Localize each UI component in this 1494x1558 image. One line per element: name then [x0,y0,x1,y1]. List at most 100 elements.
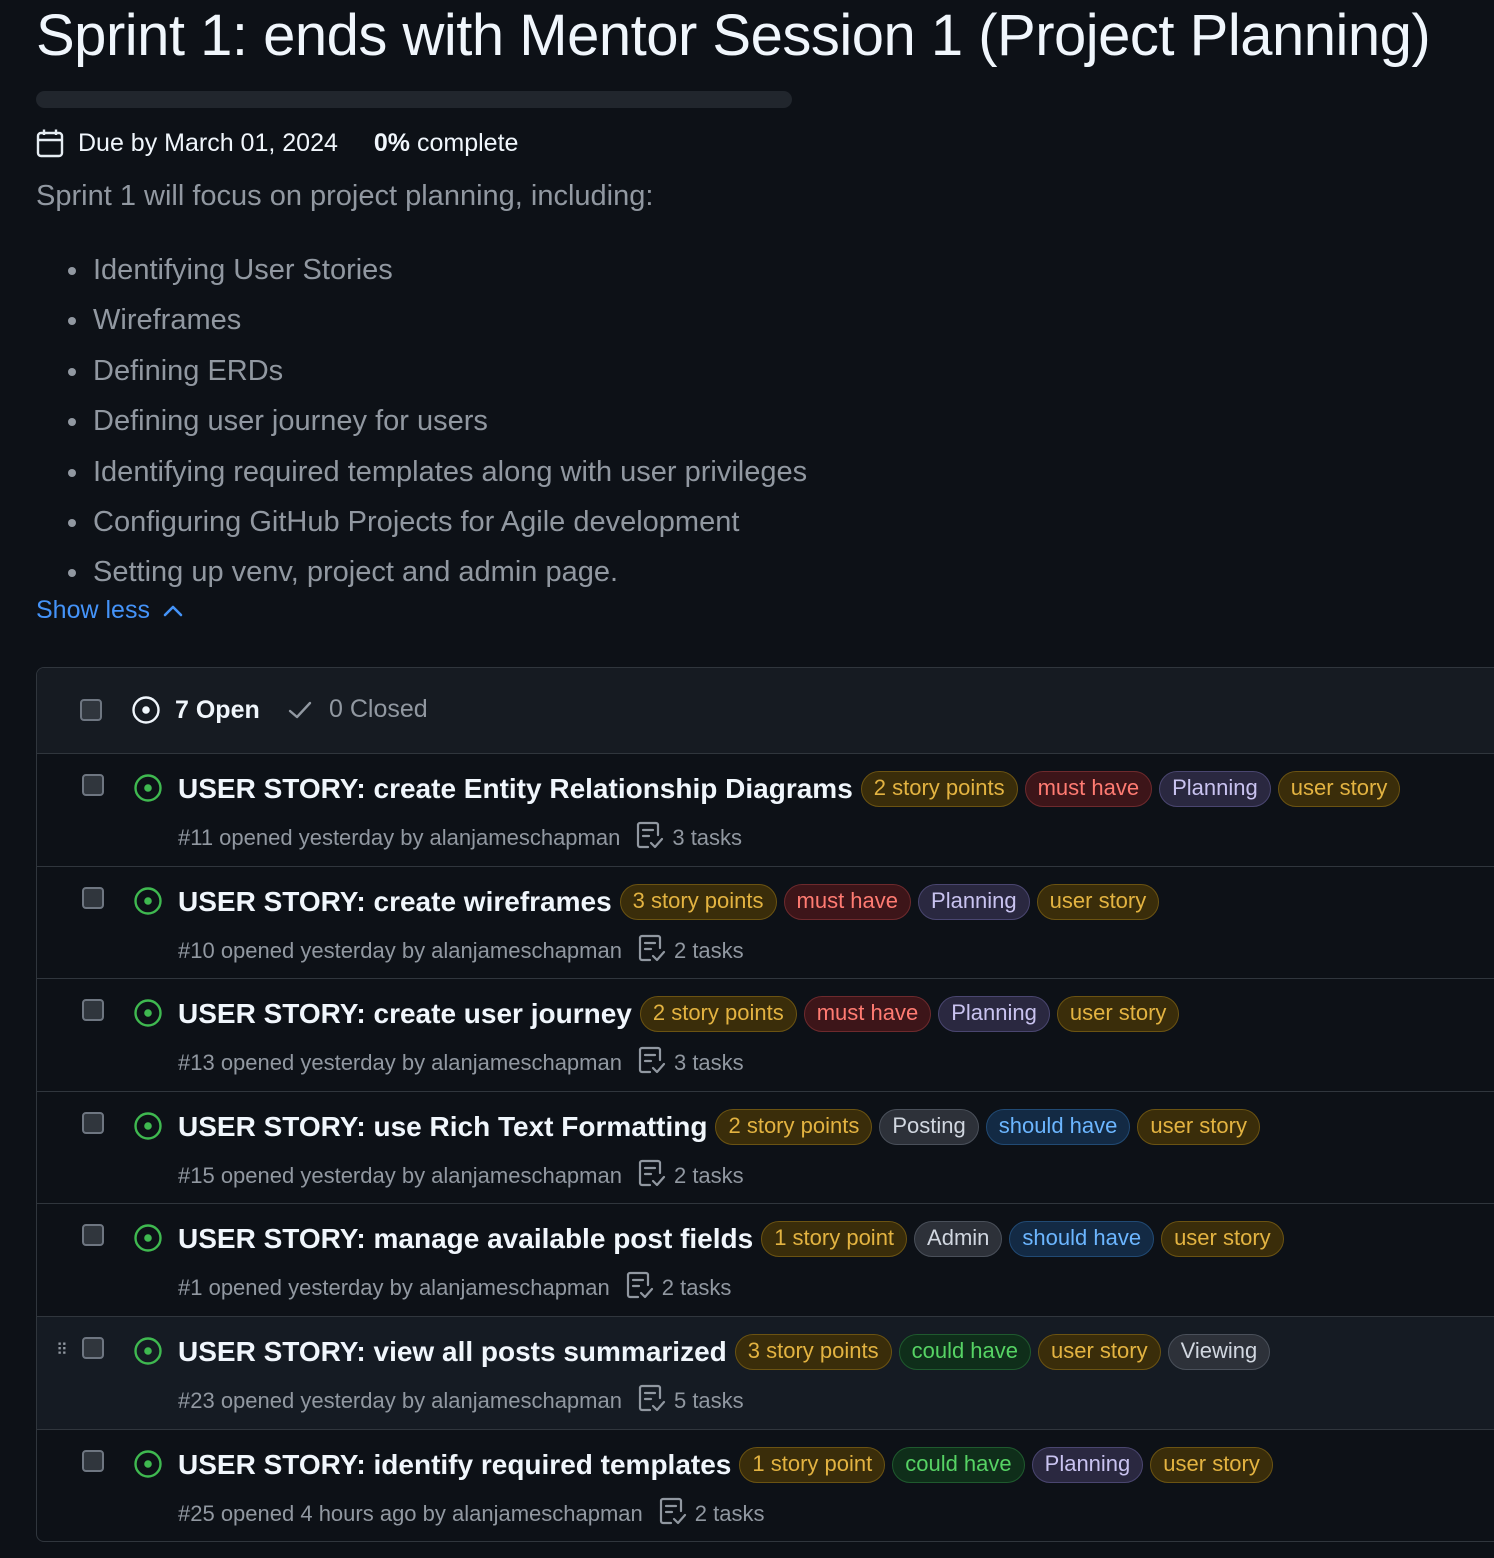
issue-opened-by: #10 opened yesterday by alanjameschapman [178,937,622,963]
issue-title-link[interactable]: USER STORY: use Rich Text Formatting [178,1111,707,1143]
milestone-progress-bar [36,91,792,108]
issue-opened-icon [133,1336,163,1371]
issue-label[interactable]: could have [892,1446,1025,1483]
issue-label[interactable]: Planning [1031,1446,1144,1483]
tasklist-icon [643,1496,695,1532]
tasklist-icon [622,1158,674,1194]
milestone-bullet-item: Wireframes [36,298,807,348]
issue-label[interactable]: 1 story point [761,1221,908,1258]
tab-closed-issues[interactable]: 0 Closed [287,695,428,724]
issue-list-header: 7 Open 0 Closed [37,668,1494,754]
issue-title-line: USER STORY: create user journey 2 story p… [178,996,1186,1033]
select-all-checkbox[interactable] [80,699,102,721]
issue-opened-by: #23 opened yesterday by alanjameschapman [178,1387,622,1413]
issue-checkbox[interactable] [82,886,104,909]
issue-meta: #1 opened yesterday by alanjameschapman 2… [178,1270,731,1306]
issue-label[interactable]: 2 story points [639,996,797,1033]
issue-row[interactable]: USER STORY: create Entity Relationship D… [37,754,1494,867]
issue-row[interactable]: USER STORY: identify required templates 1… [37,1430,1494,1541]
issue-label[interactable]: user story [1277,771,1401,807]
issue-meta: #15 opened yesterday by alanjameschapman… [178,1158,744,1194]
issue-meta: #23 opened yesterday by alanjameschapman… [178,1383,744,1419]
issue-task-count[interactable]: 2 tasks [695,1501,765,1527]
issue-opened-by: #25 opened 4 hours ago by alanjameschapm… [178,1500,643,1526]
issue-label[interactable]: should have [985,1108,1131,1145]
tab-open-issues[interactable]: 7 Open [131,695,260,725]
issue-label[interactable]: user story [1150,1446,1273,1483]
issue-task-count[interactable]: 5 tasks [674,1388,744,1414]
milestone-title: Sprint 1: ends with Mentor Session 1 (Pr… [36,3,1431,68]
issue-title-link[interactable]: USER STORY: create wireframes [178,886,612,918]
issue-checkbox[interactable] [82,1111,104,1134]
issue-row[interactable]: USER STORY: use Rich Text Formatting 2 st… [37,1092,1494,1205]
issue-label[interactable]: Admin [914,1221,1003,1258]
due-date: Due by March 01, 2024 [78,128,338,157]
issue-row[interactable]: ⠿ USER STORY: view all posts summarized 3 … [37,1316,1494,1430]
issue-label[interactable]: 3 story points [734,1333,892,1370]
percent-complete: 0% complete [373,128,519,157]
tasklist-icon [622,933,674,969]
issue-task-count[interactable]: 2 tasks [662,1275,732,1301]
issue-title-line: USER STORY: view all posts summarized 3 s… [178,1333,1277,1370]
issue-checkbox[interactable] [82,999,104,1022]
issue-opened-icon [133,1111,163,1146]
issue-opened-icon [133,886,163,921]
issue-label[interactable]: must have [803,996,932,1033]
tasklist-icon [622,1045,674,1081]
issue-title-line: USER STORY: use Rich Text Formatting 2 st… [178,1108,1267,1145]
check-icon [288,701,312,718]
issue-row[interactable]: USER STORY: create wireframes 3 story poi… [37,867,1494,980]
issue-task-count[interactable]: 2 tasks [674,1163,744,1189]
milestone-bullet-item: Setting up venv, project and admin page. [36,550,807,600]
issue-row[interactable]: USER STORY: manage available post fields… [37,1204,1494,1317]
milestone-bullet-item: Identifying User Stories [36,248,807,298]
issue-label[interactable]: must have [1024,771,1153,807]
issue-list-panel: 7 Open 0 Closed USER STORY: create Entit… [36,667,1494,1542]
issue-meta: #25 opened 4 hours ago by alanjameschapm… [178,1496,765,1532]
issue-label[interactable]: user story [1056,996,1180,1033]
issue-label[interactable]: user story [1161,1221,1284,1258]
issue-title-link[interactable]: USER STORY: create Entity Relationship D… [178,773,853,805]
issue-task-count[interactable]: 3 tasks [672,825,742,851]
milestone-meta: Due by March 01, 2024 0% complete [36,127,518,159]
issue-opened-by: #15 opened yesterday by alanjameschapman [178,1162,622,1188]
issue-checkbox[interactable] [82,1449,104,1472]
issue-title-link[interactable]: USER STORY: view all posts summarized [178,1336,727,1368]
issue-title-line: USER STORY: manage available post fields… [178,1221,1291,1258]
issue-title-link[interactable]: USER STORY: manage available post fields [178,1223,753,1255]
issue-label[interactable]: user story [1137,1108,1260,1145]
issue-task-count[interactable]: 3 tasks [674,1050,744,1076]
issue-label[interactable]: should have [1009,1221,1155,1258]
issue-title-link[interactable]: USER STORY: create user journey [178,998,632,1030]
issue-title-line: USER STORY: identify required templates 1… [178,1446,1280,1483]
issue-label[interactable]: must have [783,883,912,920]
issue-opened-icon [133,773,163,808]
issue-label[interactable]: Planning [938,996,1050,1033]
issue-label[interactable]: Viewing [1167,1333,1271,1370]
calendar-icon [36,128,64,158]
issue-opened-by: #11 opened yesterday by alanjameschapman [178,825,621,850]
issue-meta: #10 opened yesterday by alanjameschapman… [178,933,744,969]
issue-label[interactable]: Posting [879,1108,979,1145]
issue-checkbox[interactable] [82,774,104,796]
grabber-icon[interactable]: ⠿ [56,1342,68,1359]
issue-label[interactable]: 2 story points [860,771,1018,807]
show-less-link[interactable]: Show less [36,596,184,625]
issue-label[interactable]: 1 story point [739,1446,886,1483]
issue-label[interactable]: Planning [918,883,1030,920]
issue-checkbox[interactable] [82,1224,104,1247]
issue-opened-by: #13 opened yesterday by alanjameschapman [178,1050,622,1076]
issue-checkbox[interactable] [82,1336,104,1359]
issue-title-line: USER STORY: create wireframes 3 story poi… [178,883,1166,920]
issue-label[interactable]: user story [1036,883,1160,920]
issue-label[interactable]: Planning [1159,771,1271,807]
issue-meta: #11 opened yesterday by alanjameschapman… [178,820,742,856]
issue-label[interactable]: could have [898,1333,1032,1370]
milestone-description: Sprint 1 will focus on project planning,… [36,180,654,212]
issue-label[interactable]: 3 story points [619,883,777,920]
issue-title-link[interactable]: USER STORY: identify required templates [178,1449,731,1481]
issue-label[interactable]: 2 story points [715,1108,873,1145]
issue-label[interactable]: user story [1038,1333,1161,1370]
issue-row[interactable]: USER STORY: create user journey 2 story p… [37,979,1494,1092]
issue-task-count[interactable]: 2 tasks [674,938,744,964]
